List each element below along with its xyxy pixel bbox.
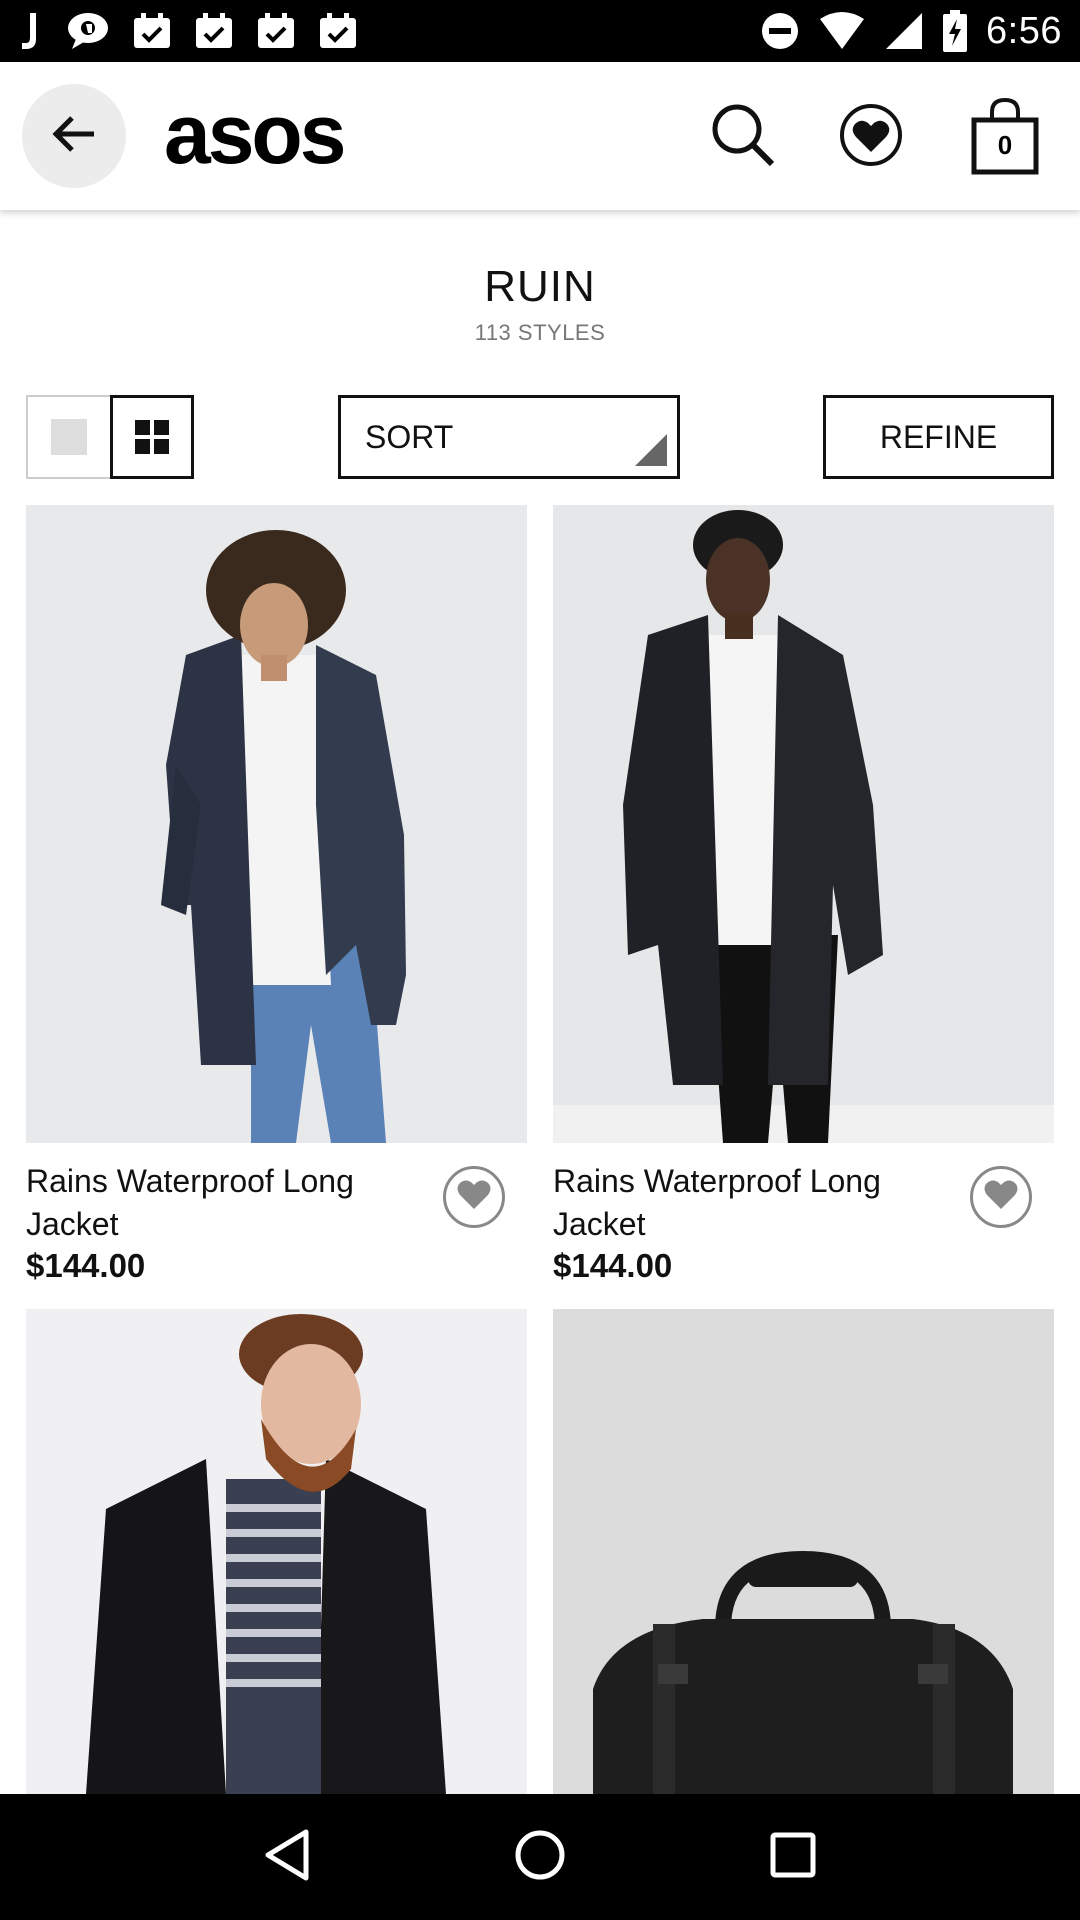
product-card[interactable]: Rains Waterproof Long Jacket $144.00 <box>26 505 527 1284</box>
save-for-later-button[interactable] <box>443 1166 505 1228</box>
nav-recents-button[interactable] <box>753 1817 833 1897</box>
nav-back-button[interactable] <box>247 1817 327 1897</box>
status-system: 6:56 <box>760 10 1062 53</box>
heart-icon <box>456 1179 492 1216</box>
styles-count: 113 STYLES <box>474 320 606 345</box>
asos-logo[interactable]: asos <box>164 92 346 176</box>
grid-view-icon <box>135 420 150 435</box>
app-header: asos 0 <box>0 62 1080 210</box>
j-app-icon <box>18 11 44 51</box>
signal-icon <box>884 11 924 51</box>
single-view-icon <box>51 419 87 455</box>
sort-dropdown[interactable]: SORT <box>338 395 680 479</box>
dropdown-caret-icon <box>635 434 667 466</box>
saved-items-button[interactable] <box>834 100 908 174</box>
product-price: $144.00 <box>553 1247 673 1284</box>
product-image[interactable] <box>553 1309 1054 1794</box>
grid-view-toggle[interactable] <box>110 395 194 479</box>
product-image[interactable] <box>26 505 527 1143</box>
bag-count: 0 <box>997 130 1013 160</box>
status-bar: 6:56 <box>0 0 1080 62</box>
home-circle-icon <box>513 1828 567 1887</box>
search-button[interactable] <box>706 100 780 174</box>
calendar-check-icon <box>256 12 296 50</box>
product-name[interactable]: Rains Waterproof Long Jacket <box>553 1160 953 1246</box>
refine-button[interactable]: REFINE <box>823 395 1054 479</box>
messenger-icon <box>66 11 110 51</box>
product-price: $144.00 <box>26 1247 146 1284</box>
status-notifications <box>18 11 358 51</box>
heart-icon <box>983 1179 1019 1216</box>
product-image[interactable] <box>26 1309 527 1794</box>
shopping-bag-icon <box>968 97 1042 180</box>
system-nav-bar <box>0 1794 1080 1920</box>
product-card[interactable] <box>553 1309 1054 1794</box>
clock: 6:56 <box>986 9 1062 52</box>
search-icon <box>710 102 776 173</box>
single-view-toggle[interactable] <box>26 395 110 479</box>
product-card[interactable] <box>26 1309 527 1794</box>
product-image[interactable] <box>553 505 1054 1143</box>
do-not-disturb-icon <box>760 11 800 51</box>
page-title: RUIN <box>484 262 596 311</box>
sort-label: SORT <box>365 418 454 455</box>
battery-charging-icon <box>942 10 968 52</box>
calendar-check-icon <box>318 12 358 50</box>
listing-header: RUIN 113 STYLES <box>0 262 1080 346</box>
calendar-check-icon <box>194 12 234 50</box>
product-card[interactable]: Rains Waterproof Long Jacket $144.00 <box>553 505 1054 1284</box>
heart-icon <box>838 102 904 173</box>
back-button[interactable] <box>22 84 126 188</box>
nav-home-button[interactable] <box>500 1817 580 1897</box>
bag-button[interactable]: 0 <box>968 96 1042 176</box>
product-name[interactable]: Rains Waterproof Long Jacket <box>26 1160 426 1246</box>
calendar-check-icon <box>132 12 172 50</box>
recents-square-icon <box>768 1830 818 1885</box>
save-for-later-button[interactable] <box>970 1166 1032 1228</box>
back-triangle-icon <box>262 1828 312 1887</box>
wifi-icon <box>818 11 866 51</box>
back-arrow-icon <box>50 114 98 159</box>
